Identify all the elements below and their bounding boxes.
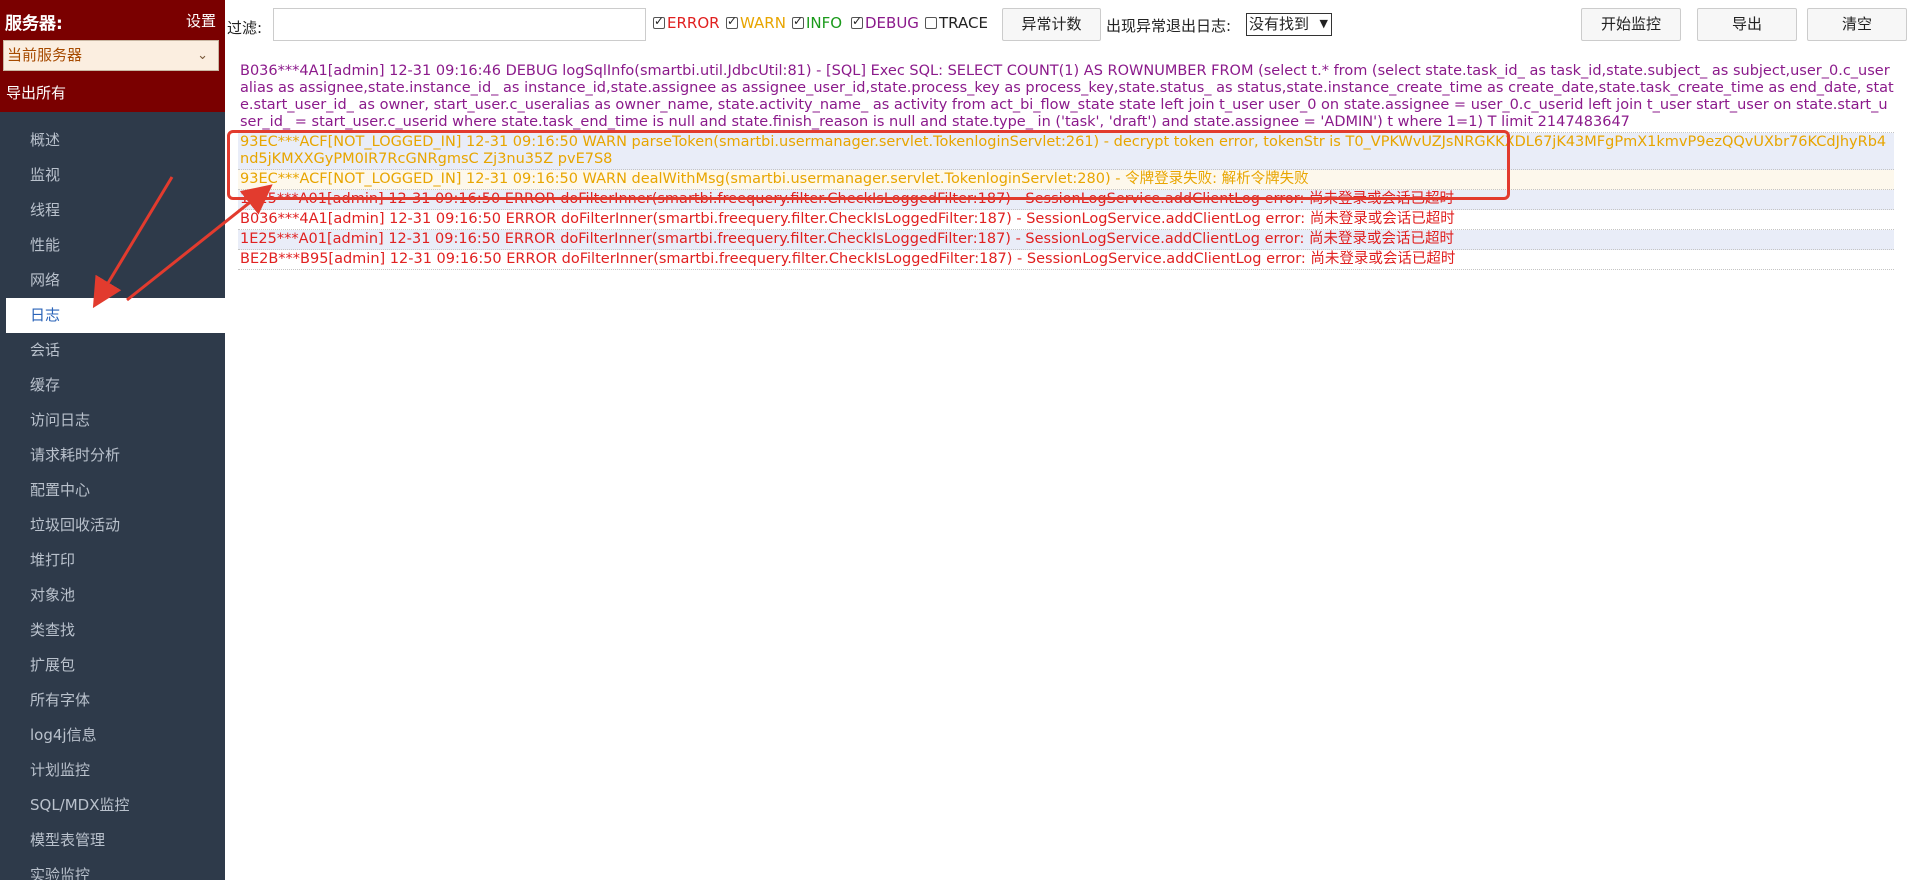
sidebar-item-overview[interactable]: 概述	[0, 123, 225, 158]
checkbox-trace-box[interactable]	[925, 17, 937, 29]
sidebar-item-experiment-monitor[interactable]: 实验监控	[0, 858, 225, 880]
server-select[interactable]: 当前服务器 ⌄	[3, 40, 219, 71]
sidebar-item-extensions[interactable]: 扩展包	[0, 648, 225, 683]
exit-on-exception-label: 出现异常退出日志:	[1106, 17, 1232, 35]
trace-checkbox-label: TRACE	[939, 14, 988, 32]
log-panel: B036***4A1[admin] 12-31 09:16:46 DEBUG l…	[238, 62, 1894, 270]
sidebar-item-heap-dump[interactable]: 堆打印	[0, 543, 225, 578]
sidebar-item-cache[interactable]: 缓存	[0, 368, 225, 403]
sidebar-item-config-center[interactable]: 配置中心	[0, 473, 225, 508]
sidebar-item-request-timing[interactable]: 请求耗时分析	[0, 438, 225, 473]
chevron-down-icon: ⌄	[197, 48, 208, 63]
server-select-value: 当前服务器	[7, 46, 83, 64]
filter-label: 过滤:	[227, 19, 263, 37]
export-all-link[interactable]: 导出所有	[6, 82, 66, 103]
sidebar-item-gc-activity[interactable]: 垃圾回收活动	[0, 508, 225, 543]
sidebar-item-network[interactable]: 网络	[0, 263, 225, 298]
export-button[interactable]: 导出	[1697, 8, 1797, 41]
checkbox-info-box[interactable]	[792, 14, 804, 29]
debug-checkbox-label: DEBUG	[865, 14, 919, 32]
sidebar-item-object-pool[interactable]: 对象池	[0, 578, 225, 613]
trace-checkbox[interactable]: TRACE	[925, 14, 988, 32]
checkbox-debug-box[interactable]	[851, 14, 863, 29]
sidebar-item-sql-mdx-monitor[interactable]: SQL/MDX监控	[0, 788, 225, 823]
sidebar-item-session[interactable]: 会话	[0, 333, 225, 368]
log-line-error: B036***4A1[admin] 12-31 09:16:50 ERROR d…	[238, 210, 1894, 230]
error-checkbox[interactable]: ERROR	[653, 14, 720, 32]
checkbox-error-box[interactable]	[653, 14, 665, 29]
warn-checkbox[interactable]: WARN	[726, 14, 786, 32]
info-checkbox-label: INFO	[806, 14, 843, 32]
log-line-error: BE2B***B95[admin] 12-31 09:16:50 ERROR d…	[238, 250, 1894, 270]
chevron-down-icon: ▼	[1319, 17, 1328, 30]
sidebar-item-performance[interactable]: 性能	[0, 228, 225, 263]
exception-count-button[interactable]: 异常计数	[1002, 8, 1101, 41]
filter-input[interactable]	[273, 8, 646, 41]
sidebar-item-model-table[interactable]: 模型表管理	[0, 823, 225, 858]
sidebar: 服务器: 设置 当前服务器 ⌄ 导出所有 概述 监视 线程 性能 网络 日志 会…	[0, 0, 225, 880]
sidebar-item-all-fonts[interactable]: 所有字体	[0, 683, 225, 718]
server-title: 服务器:	[5, 14, 63, 34]
toolbar: 过滤: ERROR WARN INFO DEBUG TRACE 异常计数 出现异…	[225, 0, 1910, 50]
sidebar-item-monitor[interactable]: 监视	[0, 158, 225, 193]
sidebar-item-access-log[interactable]: 访问日志	[0, 403, 225, 438]
log-line-error: 1E25***A01[admin] 12-31 09:16:50 ERROR d…	[238, 230, 1894, 250]
checkbox-warn-box[interactable]	[726, 14, 738, 29]
sidebar-item-class-search[interactable]: 类查找	[0, 613, 225, 648]
sidebar-nav: 概述 监视 线程 性能 网络 日志 会话 缓存 访问日志 请求耗时分析 配置中心…	[0, 123, 225, 880]
log-line-error: 1E25***A01[admin] 12-31 09:16:50 ERROR d…	[238, 190, 1894, 210]
sidebar-item-threads[interactable]: 线程	[0, 193, 225, 228]
start-monitor-button[interactable]: 开始监控	[1581, 8, 1681, 41]
log-line-warn: 93EC***ACF[NOT_LOGGED_IN] 12-31 09:16:50…	[238, 170, 1894, 190]
error-checkbox-label: ERROR	[667, 14, 720, 32]
warn-checkbox-label: WARN	[740, 14, 786, 32]
debug-checkbox[interactable]: DEBUG	[851, 14, 919, 32]
clear-button[interactable]: 清空	[1807, 8, 1907, 41]
settings-link[interactable]: 设置	[186, 10, 216, 31]
log-line-debug: B036***4A1[admin] 12-31 09:16:46 DEBUG l…	[238, 62, 1894, 133]
sidebar-item-log4j[interactable]: log4j信息	[0, 718, 225, 753]
exit-on-exception-select[interactable]: 没有找到 ▼	[1246, 13, 1332, 36]
sidebar-item-schedule-monitor[interactable]: 计划监控	[0, 753, 225, 788]
sidebar-item-log[interactable]: 日志	[6, 298, 225, 333]
exit-select-value: 没有找到	[1249, 15, 1310, 33]
sidebar-header: 服务器: 设置 当前服务器 ⌄ 导出所有	[0, 0, 225, 112]
log-line-warn: 93EC***ACF[NOT_LOGGED_IN] 12-31 09:16:50…	[238, 133, 1894, 170]
info-checkbox[interactable]: INFO	[792, 14, 842, 32]
